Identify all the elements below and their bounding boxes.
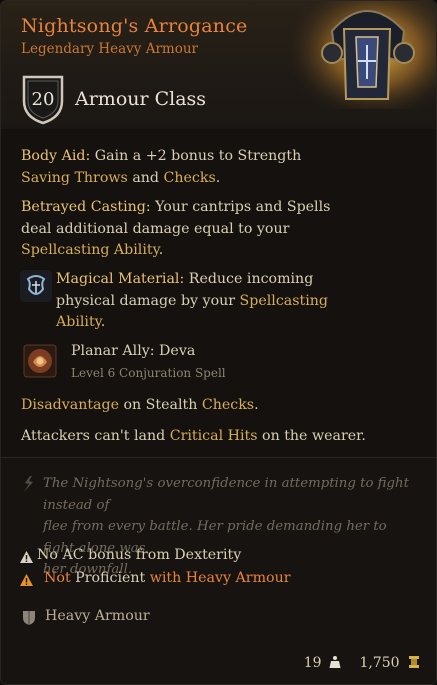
- property-name: Betrayed Casting:: [21, 199, 151, 215]
- warning-icon: [20, 574, 33, 586]
- flavor-text: The Nightsong's overconfidence in attemp…: [43, 476, 409, 577]
- spell-name[interactable]: Planar Ally: Deva: [71, 343, 195, 359]
- planar-ally-spell-icon[interactable]: [23, 344, 57, 378]
- property-betrayed-casting: Betrayed Casting: Your cantrips and Spel…: [21, 199, 331, 258]
- keyword-spellcasting-ability[interactable]: Spellcasting Ability: [21, 242, 159, 258]
- item-name: Nightsong's Arrogance: [21, 15, 248, 37]
- weight-icon: [329, 656, 341, 668]
- gold-coin-icon: [409, 656, 419, 668]
- magical-material-icon: [20, 270, 52, 302]
- property-critical-hits: Attackers can't land Critical Hits on th…: [21, 428, 366, 444]
- item-value: 1,750: [359, 655, 400, 671]
- property-magical-material: Magical Material: Reduce incoming physic…: [56, 271, 328, 330]
- property-stealth: Disadvantage on Stealth Checks.: [21, 397, 259, 413]
- keyword-disadvantage[interactable]: Disadvantage: [21, 397, 119, 413]
- armour-art-icon: [292, 1, 436, 109]
- item-rarity-type: Legendary Heavy Armour: [21, 41, 198, 57]
- item-tooltip: Nightsong's Arrogance Legendary Heavy Ar…: [0, 0, 437, 685]
- keyword-ability[interactable]: Ability: [56, 314, 101, 330]
- keyword-spellcasting[interactable]: Spellcasting: [240, 293, 328, 309]
- keyword-checks[interactable]: Checks: [164, 170, 216, 186]
- warning-icon: [20, 551, 33, 563]
- spell-level-school: Level 6 Conjuration Spell: [71, 366, 226, 380]
- item-footer: 19 1,750: [304, 655, 420, 671]
- property-body-aid: Body Aid: Gain a +2 bonus to Strength Sa…: [21, 148, 302, 186]
- warning-dexterity: No AC bonus from Dexterity: [37, 547, 242, 563]
- property-name: Magical Material:: [56, 271, 185, 287]
- item-category: Heavy Armour: [45, 608, 150, 624]
- property-name: Body Aid:: [21, 148, 91, 164]
- armour-class-value: 20: [31, 89, 55, 110]
- heavy-armour-icon: [23, 611, 35, 625]
- item-weight: 19: [303, 655, 322, 671]
- armour-class-label: Armour Class: [75, 88, 207, 110]
- warning-proficiency: Not Proficient with Heavy Armour: [44, 570, 291, 586]
- keyword-critical-hits[interactable]: Critical Hits: [170, 428, 258, 444]
- keyword-checks[interactable]: Checks: [202, 397, 254, 413]
- keyword-saving-throws[interactable]: Saving Throws: [21, 170, 128, 186]
- flavor-quill-icon: [24, 476, 33, 492]
